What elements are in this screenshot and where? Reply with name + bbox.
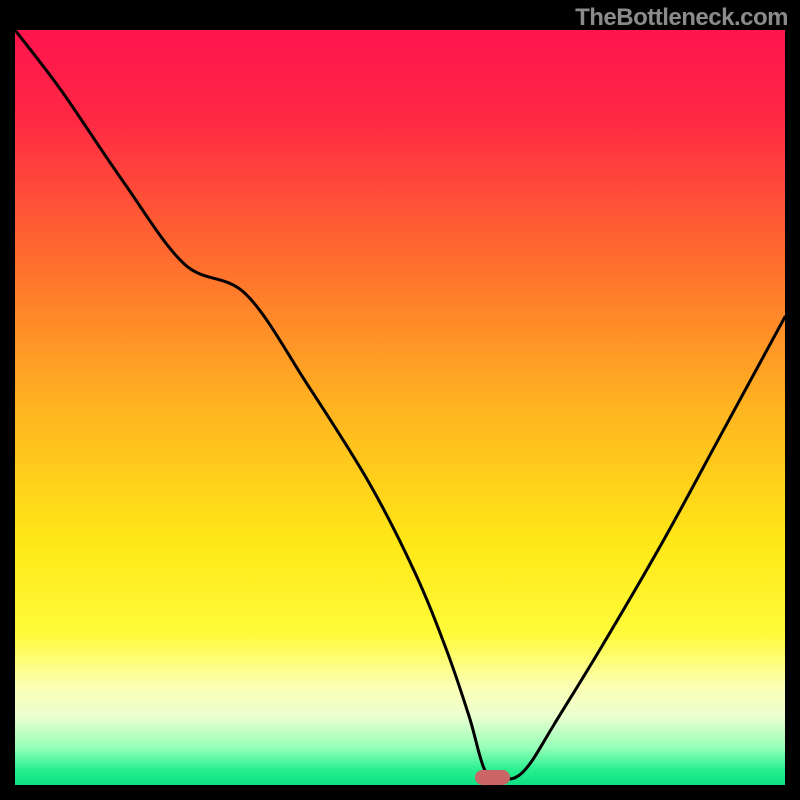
- watermark-label: TheBottleneck.com: [575, 4, 788, 32]
- bottleneck-curve: [15, 30, 785, 785]
- plot-area: [15, 30, 785, 785]
- optimal-marker-pill: [475, 770, 510, 785]
- chart-frame: TheBottleneck.com: [0, 0, 800, 800]
